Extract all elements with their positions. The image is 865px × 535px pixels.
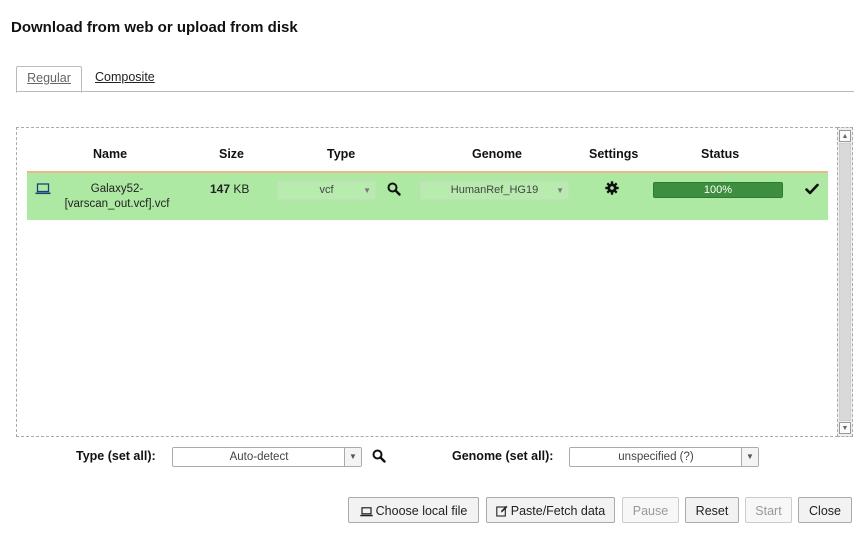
column-header-size: Size (219, 147, 245, 161)
type-set-all-value: Auto-detect (229, 451, 289, 463)
laptop-icon (35, 183, 51, 195)
row-type-value: vcf (319, 184, 334, 196)
column-header-settings: Settings (589, 147, 639, 161)
paste-fetch-data-label: Paste/Fetch data (510, 504, 606, 518)
chevron-down-icon: ▼ (556, 186, 564, 195)
choose-local-file-button[interactable]: Choose local file (348, 497, 479, 523)
type-set-all-select[interactable]: Auto-detect ▼ (172, 447, 362, 467)
file-name-line1: Galaxy52- (90, 183, 144, 195)
laptop-icon (359, 507, 373, 517)
file-name: Galaxy52- [varscan_out.vcf].vcf (57, 182, 177, 212)
scroll-down-arrow-icon[interactable]: ▼ (839, 422, 851, 434)
scroll-thumb[interactable] (839, 143, 851, 421)
start-button[interactable]: Start (745, 497, 792, 523)
column-header-name: Name (93, 147, 128, 161)
pause-button[interactable]: Pause (622, 497, 679, 523)
search-icon[interactable] (387, 182, 401, 196)
chevron-down-icon: ▼ (363, 186, 371, 195)
row-type-select[interactable]: vcf ▼ (277, 181, 376, 200)
vertical-scrollbar[interactable]: ▲ ▼ (837, 127, 853, 437)
table-row: Galaxy52- [varscan_out.vcf].vcf 147 KB v… (27, 173, 828, 220)
genome-set-all-value: unspecified (?) (618, 451, 694, 463)
check-icon (805, 183, 819, 195)
search-icon[interactable] (372, 449, 386, 463)
gear-icon[interactable] (605, 181, 619, 195)
genome-set-all-label: Genome (set all): (452, 449, 554, 463)
row-genome-value: HumanRef_HG19 (450, 184, 539, 196)
dialog-title: Download from web or upload from disk (11, 19, 298, 36)
chevron-down-icon[interactable]: ▼ (344, 448, 361, 466)
reset-button[interactable]: Reset (685, 497, 739, 523)
genome-set-all-select[interactable]: unspecified (?) ▼ (569, 447, 759, 467)
chevron-down-icon[interactable]: ▼ (741, 448, 758, 466)
file-size: 147 KB (210, 182, 249, 196)
choose-local-file-label: Choose local file (375, 504, 468, 518)
tabs-divider (16, 91, 854, 92)
file-size-value: 147 (210, 182, 231, 196)
type-set-all-label: Type (set all): (76, 449, 156, 463)
file-size-unit: KB (233, 182, 250, 196)
tab-regular[interactable]: Regular (16, 66, 82, 93)
column-header-type: Type (327, 147, 356, 161)
scroll-up-arrow-icon[interactable]: ▲ (839, 130, 851, 142)
edit-icon (495, 505, 508, 517)
paste-fetch-data-button[interactable]: Paste/Fetch data (486, 497, 615, 523)
close-button[interactable]: Close (798, 497, 852, 523)
column-header-genome: Genome (472, 147, 523, 161)
tab-composite[interactable]: Composite (95, 66, 155, 91)
row-genome-select[interactable]: HumanRef_HG19 ▼ (420, 181, 569, 200)
file-name-line2: [varscan_out.vcf].vcf (64, 198, 170, 210)
upload-progress-text: 100% (703, 184, 733, 196)
upload-progress-bar: 100% (653, 182, 783, 198)
column-header-status: Status (701, 147, 740, 161)
